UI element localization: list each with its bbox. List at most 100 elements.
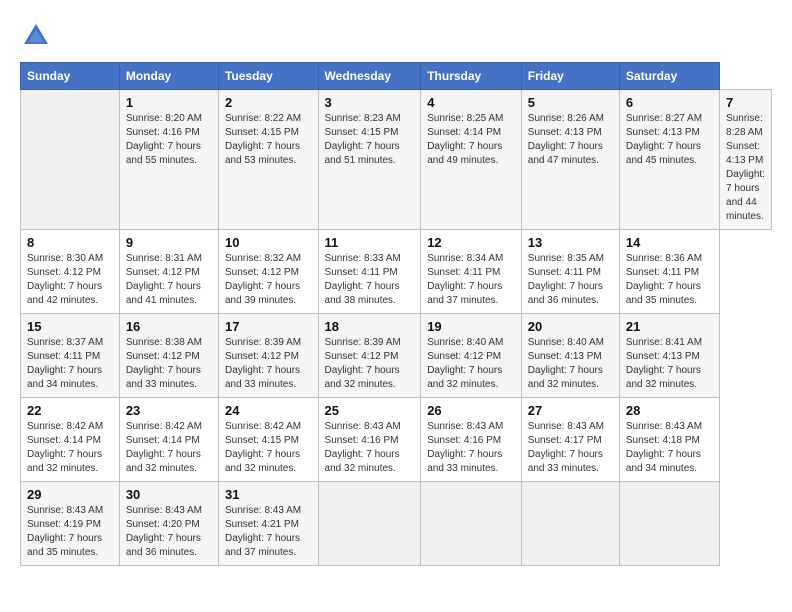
day-number: 15	[27, 319, 113, 334]
calendar-cell: 10 Sunrise: 8:32 AMSunset: 4:12 PMDayligh…	[218, 230, 318, 314]
day-number: 19	[427, 319, 515, 334]
day-info: Sunrise: 8:43 AMSunset: 4:16 PMDaylight:…	[427, 421, 503, 474]
day-number: 24	[225, 403, 312, 418]
day-number: 8	[27, 235, 113, 250]
day-number: 30	[126, 487, 212, 502]
day-info: Sunrise: 8:27 AMSunset: 4:13 PMDaylight:…	[626, 113, 702, 166]
calendar-cell	[421, 482, 522, 566]
day-info: Sunrise: 8:32 AMSunset: 4:12 PMDaylight:…	[225, 253, 301, 306]
day-number: 3	[325, 95, 415, 110]
week-row-3: 22Sunrise: 8:42 AMSunset: 4:14 PMDayligh…	[21, 398, 772, 482]
day-info: Sunrise: 8:31 AMSunset: 4:12 PMDaylight:…	[126, 253, 202, 306]
calendar-cell: 25 Sunrise: 8:43 AMSunset: 4:16 PMDayligh…	[318, 398, 421, 482]
day-info: Sunrise: 8:43 AMSunset: 4:19 PMDaylight:…	[27, 505, 103, 558]
calendar-cell: 14 Sunrise: 8:36 AMSunset: 4:11 PMDayligh…	[619, 230, 719, 314]
calendar-cell: 23Sunrise: 8:42 AMSunset: 4:14 PMDayligh…	[119, 398, 218, 482]
day-info: Sunrise: 8:25 AMSunset: 4:14 PMDaylight:…	[427, 113, 503, 166]
day-info: Sunrise: 8:43 AMSunset: 4:17 PMDaylight:…	[528, 421, 604, 474]
day-info: Sunrise: 8:36 AMSunset: 4:11 PMDaylight:…	[626, 253, 702, 306]
day-number: 14	[626, 235, 713, 250]
day-info: Sunrise: 8:35 AMSunset: 4:11 PMDaylight:…	[528, 253, 604, 306]
week-row-2: 15Sunrise: 8:37 AMSunset: 4:11 PMDayligh…	[21, 314, 772, 398]
calendar-cell: 19 Sunrise: 8:40 AMSunset: 4:12 PMDayligh…	[421, 314, 522, 398]
day-number: 5	[528, 95, 613, 110]
day-info: Sunrise: 8:43 AMSunset: 4:20 PMDaylight:…	[126, 505, 202, 558]
day-info: Sunrise: 8:43 AMSunset: 4:21 PMDaylight:…	[225, 505, 301, 558]
calendar-cell: 1 Sunrise: 8:20 AMSunset: 4:16 PMDaylight…	[119, 90, 218, 230]
calendar-cell: 6 Sunrise: 8:27 AMSunset: 4:13 PMDaylight…	[619, 90, 719, 230]
col-header-friday: Friday	[521, 63, 619, 90]
day-number: 1	[126, 95, 212, 110]
calendar-header: SundayMondayTuesdayWednesdayThursdayFrid…	[21, 63, 772, 90]
day-number: 17	[225, 319, 312, 334]
day-number: 12	[427, 235, 515, 250]
day-info: Sunrise: 8:33 AMSunset: 4:11 PMDaylight:…	[325, 253, 401, 306]
day-number: 21	[626, 319, 713, 334]
calendar-table: SundayMondayTuesdayWednesdayThursdayFrid…	[20, 62, 772, 566]
calendar-cell	[521, 482, 619, 566]
day-number: 16	[126, 319, 212, 334]
week-row-0: 1 Sunrise: 8:20 AMSunset: 4:16 PMDaylight…	[21, 90, 772, 230]
col-header-saturday: Saturday	[619, 63, 719, 90]
day-number: 22	[27, 403, 113, 418]
day-info: Sunrise: 8:26 AMSunset: 4:13 PMDaylight:…	[528, 113, 604, 166]
day-number: 18	[325, 319, 415, 334]
calendar-cell: 21 Sunrise: 8:41 AMSunset: 4:13 PMDayligh…	[619, 314, 719, 398]
calendar-cell: 4 Sunrise: 8:25 AMSunset: 4:14 PMDaylight…	[421, 90, 522, 230]
calendar-cell: 24 Sunrise: 8:42 AMSunset: 4:15 PMDayligh…	[218, 398, 318, 482]
day-number: 23	[126, 403, 212, 418]
day-info: Sunrise: 8:43 AMSunset: 4:18 PMDaylight:…	[626, 421, 702, 474]
day-info: Sunrise: 8:40 AMSunset: 4:12 PMDaylight:…	[427, 337, 503, 390]
day-info: Sunrise: 8:23 AMSunset: 4:15 PMDaylight:…	[325, 113, 401, 166]
day-number: 7	[726, 95, 765, 110]
day-number: 4	[427, 95, 515, 110]
calendar-cell: 13 Sunrise: 8:35 AMSunset: 4:11 PMDayligh…	[521, 230, 619, 314]
day-info: Sunrise: 8:34 AMSunset: 4:11 PMDaylight:…	[427, 253, 503, 306]
day-info: Sunrise: 8:30 AMSunset: 4:12 PMDaylight:…	[27, 253, 103, 306]
col-header-wednesday: Wednesday	[318, 63, 421, 90]
day-info: Sunrise: 8:28 AMSunset: 4:13 PMDaylight:…	[726, 113, 765, 222]
day-number: 20	[528, 319, 613, 334]
col-header-tuesday: Tuesday	[218, 63, 318, 90]
calendar-cell: 29 Sunrise: 8:43 AMSunset: 4:19 PMDayligh…	[21, 482, 120, 566]
day-number: 31	[225, 487, 312, 502]
day-info: Sunrise: 8:40 AMSunset: 4:13 PMDaylight:…	[528, 337, 604, 390]
day-info: Sunrise: 8:43 AMSunset: 4:16 PMDaylight:…	[325, 421, 401, 474]
day-number: 2	[225, 95, 312, 110]
day-number: 6	[626, 95, 713, 110]
day-number: 28	[626, 403, 713, 418]
day-info: Sunrise: 8:41 AMSunset: 4:13 PMDaylight:…	[626, 337, 702, 390]
week-row-4: 29 Sunrise: 8:43 AMSunset: 4:19 PMDayligh…	[21, 482, 772, 566]
calendar-cell: 27 Sunrise: 8:43 AMSunset: 4:17 PMDayligh…	[521, 398, 619, 482]
day-number: 10	[225, 235, 312, 250]
day-number: 29	[27, 487, 113, 502]
calendar-cell	[619, 482, 719, 566]
day-info: Sunrise: 8:39 AMSunset: 4:12 PMDaylight:…	[225, 337, 301, 390]
calendar-cell: 15Sunrise: 8:37 AMSunset: 4:11 PMDayligh…	[21, 314, 120, 398]
calendar-cell: 30 Sunrise: 8:43 AMSunset: 4:20 PMDayligh…	[119, 482, 218, 566]
day-number: 9	[126, 235, 212, 250]
logo-icon	[20, 20, 52, 52]
calendar-cell: 20 Sunrise: 8:40 AMSunset: 4:13 PMDayligh…	[521, 314, 619, 398]
calendar-cell: 11Sunrise: 8:33 AMSunset: 4:11 PMDayligh…	[318, 230, 421, 314]
page-header	[20, 20, 772, 52]
day-number: 13	[528, 235, 613, 250]
col-header-thursday: Thursday	[421, 63, 522, 90]
day-info: Sunrise: 8:38 AMSunset: 4:12 PMDaylight:…	[126, 337, 202, 390]
day-info: Sunrise: 8:20 AMSunset: 4:16 PMDaylight:…	[126, 113, 202, 166]
day-info: Sunrise: 8:42 AMSunset: 4:15 PMDaylight:…	[225, 421, 301, 474]
day-number: 26	[427, 403, 515, 418]
calendar-cell: 9 Sunrise: 8:31 AMSunset: 4:12 PMDaylight…	[119, 230, 218, 314]
calendar-cell: 5 Sunrise: 8:26 AMSunset: 4:13 PMDaylight…	[521, 90, 619, 230]
calendar-cell: 26 Sunrise: 8:43 AMSunset: 4:16 PMDayligh…	[421, 398, 522, 482]
day-number: 27	[528, 403, 613, 418]
calendar-cell	[21, 90, 120, 230]
calendar-cell: 3 Sunrise: 8:23 AMSunset: 4:15 PMDaylight…	[318, 90, 421, 230]
calendar-cell: 31 Sunrise: 8:43 AMSunset: 4:21 PMDayligh…	[218, 482, 318, 566]
calendar-cell: 12 Sunrise: 8:34 AMSunset: 4:11 PMDayligh…	[421, 230, 522, 314]
calendar-cell: 7 Sunrise: 8:28 AMSunset: 4:13 PMDaylight…	[720, 90, 772, 230]
day-number: 25	[325, 403, 415, 418]
calendar-cell: 2Sunrise: 8:22 AMSunset: 4:15 PMDaylight…	[218, 90, 318, 230]
day-info: Sunrise: 8:39 AMSunset: 4:12 PMDaylight:…	[325, 337, 401, 390]
week-row-1: 8 Sunrise: 8:30 AMSunset: 4:12 PMDaylight…	[21, 230, 772, 314]
